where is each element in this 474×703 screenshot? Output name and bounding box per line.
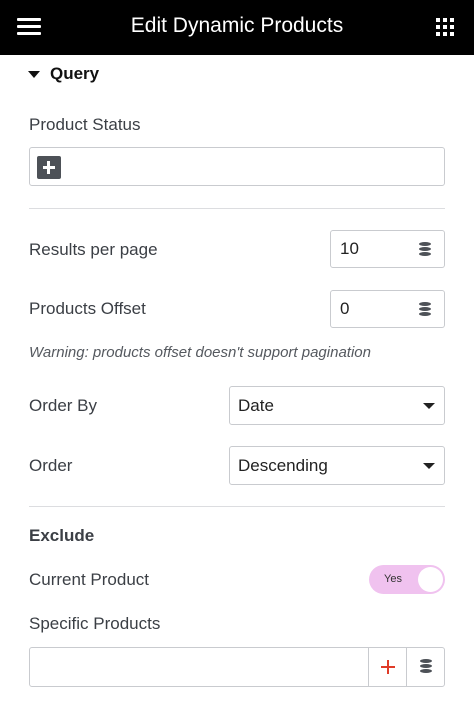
chevron-down-icon (423, 463, 435, 469)
order-select[interactable]: Descending (229, 446, 445, 485)
product-status-field[interactable] (29, 147, 445, 186)
section-toggle-query[interactable]: Query (28, 64, 99, 84)
results-per-page-input[interactable]: 10 (330, 230, 407, 268)
divider (29, 208, 445, 209)
page-title: Edit Dynamic Products (130, 14, 344, 37)
products-offset-dynamic-button[interactable] (406, 290, 445, 328)
grid-apps-icon[interactable] (436, 18, 454, 36)
order-by-label: Order By (29, 396, 98, 415)
order-selected: Descending (238, 456, 328, 475)
caret-down-icon (28, 70, 40, 78)
toggle-knob (418, 567, 443, 592)
current-product-toggle[interactable]: Yes (369, 565, 445, 594)
results-per-page-label: Results per page (29, 240, 158, 259)
add-specific-products-plus-icon[interactable] (368, 647, 407, 687)
divider (29, 506, 445, 507)
order-by-selected: Date (238, 396, 274, 415)
database-icon (419, 242, 431, 257)
chevron-down-icon (423, 403, 435, 409)
product-status-label: Product Status (29, 115, 141, 134)
add-status-plus-icon[interactable] (37, 156, 61, 179)
exclude-heading: Exclude (29, 526, 95, 545)
order-label: Order (29, 456, 73, 475)
top-bar: Edit Dynamic Products (0, 0, 474, 55)
specific-products-input[interactable] (29, 647, 369, 687)
toggle-text: Yes (384, 573, 402, 585)
products-offset-input[interactable]: 0 (330, 290, 407, 328)
order-by-select[interactable]: Date (229, 386, 445, 425)
products-offset-label: Products Offset (29, 299, 146, 318)
results-per-page-dynamic-button[interactable] (406, 230, 445, 268)
specific-products-label: Specific Products (29, 614, 161, 633)
database-icon (419, 302, 431, 317)
section-title: Query (50, 64, 100, 83)
offset-warning-text: Warning: products offset doesn't support… (29, 344, 371, 361)
database-icon (420, 659, 432, 674)
current-product-label: Current Product (29, 570, 149, 589)
specific-products-dynamic-button[interactable] (406, 647, 445, 687)
